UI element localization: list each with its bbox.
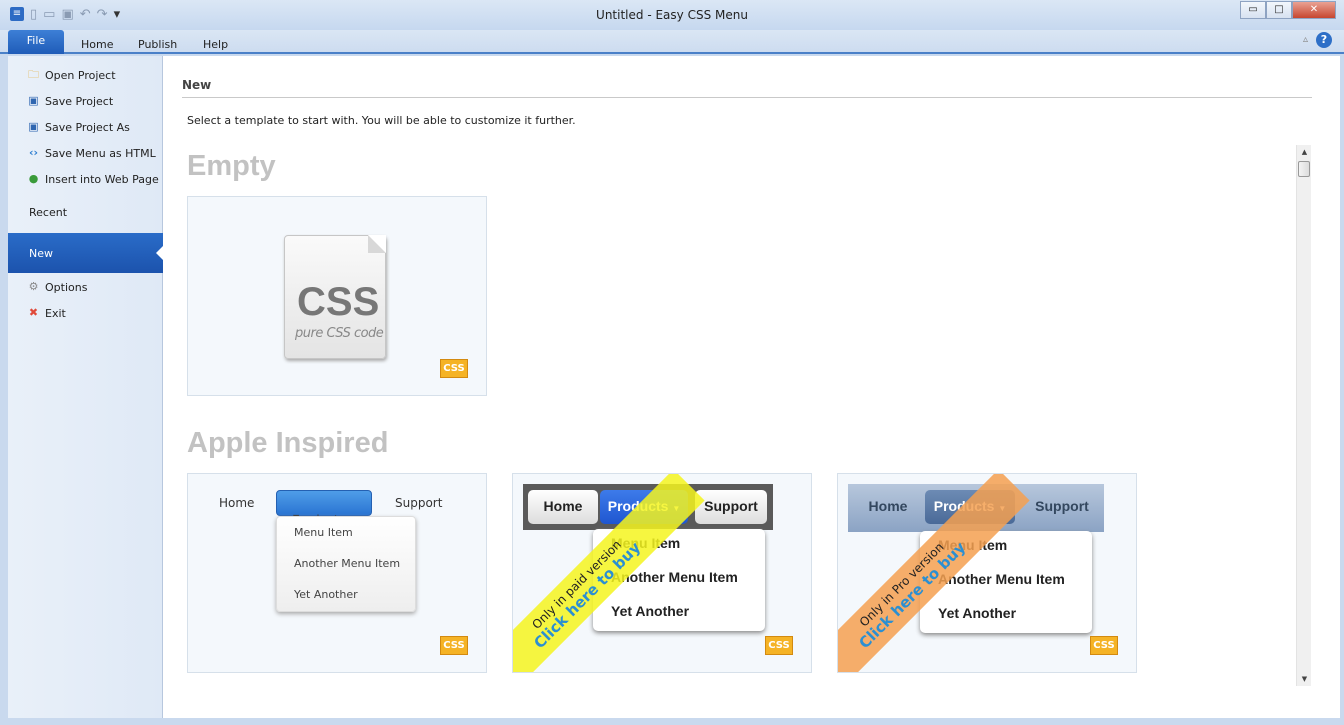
title-bar: ≡ ▯ ▭ ▣ ↶ ↷ ▾ Untitled - Easy CSS Menu ▭… bbox=[0, 0, 1344, 30]
main-panel: New Select a template to start with. You… bbox=[163, 56, 1340, 718]
dropdown-item: Another Menu Item bbox=[294, 557, 401, 570]
tab-home[interactable]: Home bbox=[81, 38, 113, 51]
menu-products: Products ▼ bbox=[276, 490, 372, 527]
web-page-icon: ● bbox=[28, 172, 39, 185]
dropdown-item: Yet Another bbox=[938, 605, 1017, 621]
sidebar-item-label: Open Project bbox=[45, 68, 116, 82]
scroll-down-icon[interactable]: ▼ bbox=[1297, 672, 1312, 686]
section-apple-inspired: Apple Inspired bbox=[187, 427, 389, 459]
maximize-button[interactable]: □ bbox=[1266, 1, 1292, 19]
sidebar-item-label: Exit bbox=[45, 306, 66, 320]
sidebar-item-exit[interactable]: ✖ Exit bbox=[26, 306, 66, 320]
template-empty[interactable]: CSS pure CSS code CSS bbox=[187, 196, 487, 396]
ribbon-tabs: File Home Publish Help ▵ ? bbox=[0, 30, 1344, 54]
sidebar-item-insert-web-page[interactable]: ● Insert into Web Page bbox=[26, 172, 159, 186]
css-file-title: CSS bbox=[297, 280, 380, 324]
exit-icon: ✖ bbox=[28, 306, 39, 319]
sidebar-item-save-menu-html[interactable]: ‹› Save Menu as HTML bbox=[26, 146, 156, 160]
template-apple-2[interactable]: Home Products ▼ Support Menu Item Anothe… bbox=[512, 473, 812, 673]
sidebar-item-label: Insert into Web Page bbox=[45, 172, 159, 186]
gear-icon: ⚙ bbox=[28, 280, 39, 293]
collapse-ribbon-icon[interactable]: ▵ bbox=[1303, 34, 1308, 45]
page-title: New bbox=[182, 78, 212, 92]
css-badge: CSS bbox=[440, 636, 468, 655]
menu-support: Support bbox=[1035, 498, 1089, 514]
menu-home: Home bbox=[219, 496, 255, 510]
code-icon: ‹› bbox=[28, 146, 39, 159]
window-title: Untitled - Easy CSS Menu bbox=[596, 8, 748, 22]
dropdown-menu: Menu Item Another Menu Item Yet Another bbox=[276, 516, 416, 612]
help-button[interactable]: ? bbox=[1316, 32, 1332, 48]
divider bbox=[182, 97, 1312, 98]
vertical-scrollbar[interactable]: ▲ ▼ bbox=[1296, 145, 1311, 686]
folder-icon: 🗀 bbox=[28, 68, 39, 81]
section-empty: Empty bbox=[187, 150, 276, 182]
instructions: Select a template to start with. You wil… bbox=[187, 114, 576, 127]
menu-home: Home bbox=[528, 490, 598, 524]
sidebar-item-recent[interactable]: Recent bbox=[29, 206, 67, 219]
close-button[interactable]: ✕ bbox=[1292, 1, 1336, 19]
css-badge: CSS bbox=[1090, 636, 1118, 655]
tab-file[interactable]: File bbox=[8, 30, 64, 54]
css-badge: CSS bbox=[440, 359, 468, 378]
minimize-button[interactable]: ▭ bbox=[1240, 1, 1266, 19]
dropdown-item: Menu Item bbox=[294, 526, 353, 539]
sidebar-item-options[interactable]: ⚙ Options bbox=[26, 280, 88, 294]
tab-help[interactable]: Help bbox=[203, 38, 228, 51]
dropdown-item: Yet Another bbox=[294, 588, 358, 601]
template-apple-3[interactable]: Home Products ▼ Support Menu Item Anothe… bbox=[837, 473, 1137, 673]
menu-support: Support bbox=[695, 490, 767, 524]
save-as-icon: ▣ bbox=[28, 120, 39, 133]
template-apple-1[interactable]: Home Products ▼ Support Menu Item Anothe… bbox=[187, 473, 487, 673]
sidebar-item-open-project[interactable]: 🗀 Open Project bbox=[26, 68, 116, 82]
save-icon: ▣ bbox=[28, 94, 39, 107]
backstage-sidebar: 🗀 Open Project ▣ Save Project ▣ Save Projec… bbox=[8, 56, 164, 718]
sidebar-item-label: Options bbox=[45, 280, 88, 294]
dropdown-item: Yet Another bbox=[611, 603, 690, 619]
sidebar-item-new[interactable]: New bbox=[8, 233, 164, 273]
scrollbar-thumb[interactable] bbox=[1298, 161, 1310, 177]
css-badge: CSS bbox=[765, 636, 793, 655]
dropdown-item: Another Menu Item bbox=[938, 571, 1065, 587]
sidebar-item-label: Save Project As bbox=[45, 120, 130, 134]
sidebar-item-save-project-as[interactable]: ▣ Save Project As bbox=[26, 120, 130, 134]
css-file-icon: CSS pure CSS code bbox=[284, 235, 386, 359]
css-file-subtitle: pure CSS code bbox=[295, 326, 384, 341]
sidebar-item-label: Save Menu as HTML bbox=[45, 146, 156, 160]
scroll-up-icon[interactable]: ▲ bbox=[1297, 145, 1312, 159]
menu-support: Support bbox=[395, 496, 443, 510]
sidebar-item-save-project[interactable]: ▣ Save Project bbox=[26, 94, 113, 108]
menu-home: Home bbox=[868, 498, 908, 514]
tab-publish[interactable]: Publish bbox=[138, 38, 177, 51]
sidebar-item-label: Save Project bbox=[45, 94, 114, 108]
